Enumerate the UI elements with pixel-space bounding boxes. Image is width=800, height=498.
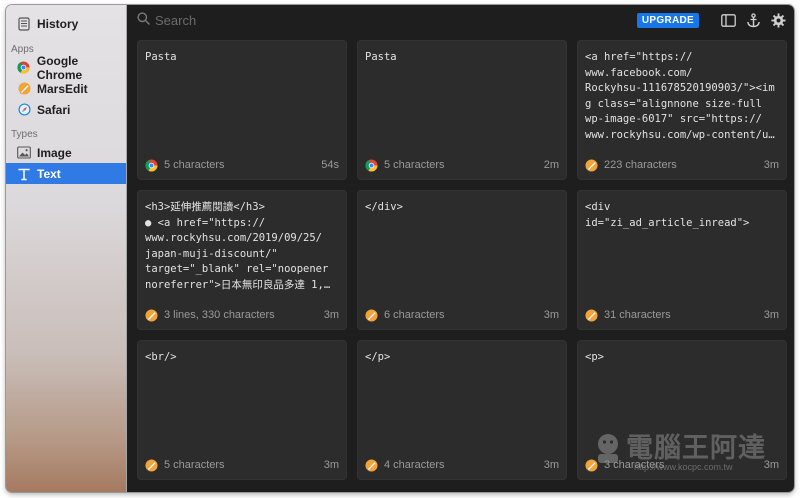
clip-char-count: 31 characters bbox=[604, 309, 671, 321]
search-input[interactable] bbox=[155, 13, 455, 28]
sidebar-item-label: Google Chrome bbox=[36, 53, 83, 82]
clip-timestamp: 3m bbox=[763, 459, 779, 471]
clip-card[interactable]: <p> 3 characters 3m bbox=[577, 340, 787, 480]
sidebar-item-label: Text bbox=[37, 166, 61, 181]
clip-card[interactable]: <div id="zi_ad_article_inread"> 31 chara… bbox=[577, 190, 787, 330]
sidebar-item-safari[interactable]: Safari bbox=[6, 99, 126, 120]
sidebar-item-label: Image bbox=[37, 145, 72, 160]
search-icon bbox=[137, 11, 150, 30]
clip-card[interactable]: <a href="https:// www.facebook.com/ Rock… bbox=[577, 40, 787, 180]
clip-content: Pasta bbox=[145, 51, 177, 63]
clip-timestamp: 3m bbox=[763, 159, 779, 171]
clip-char-count: 5 characters bbox=[384, 159, 445, 171]
marsedit-icon bbox=[365, 458, 378, 472]
clip-timestamp: 3m bbox=[543, 459, 559, 471]
clip-footer: 31 characters 3m bbox=[585, 308, 779, 322]
clip-card[interactable]: Pasta 5 characters 54s bbox=[137, 40, 347, 180]
clip-card[interactable]: <br/> 5 characters 3m bbox=[137, 340, 347, 480]
clip-char-count: 6 characters bbox=[384, 309, 445, 321]
sidebar-item-label: MarsEdit bbox=[37, 81, 88, 96]
sidebar-item-label: Safari bbox=[37, 102, 71, 117]
text-icon bbox=[17, 167, 31, 181]
chrome-icon bbox=[145, 158, 158, 172]
clip-char-count: 5 characters bbox=[164, 159, 225, 171]
marsedit-icon bbox=[145, 458, 158, 472]
marsedit-icon bbox=[365, 308, 378, 322]
chrome-icon bbox=[365, 158, 378, 172]
image-icon bbox=[17, 146, 31, 160]
clip-char-count: 223 characters bbox=[604, 159, 677, 171]
gear-icon[interactable] bbox=[770, 13, 786, 29]
clip-content: <a href="https:// www.facebook.com/ Rock… bbox=[585, 51, 775, 141]
clip-footer: 5 characters 54s bbox=[145, 158, 339, 172]
main-panel: UPGRADE Pasta 5 characters 54s Pasta 5 c… bbox=[127, 5, 794, 492]
safari-icon bbox=[17, 103, 31, 117]
anchor-icon[interactable] bbox=[745, 13, 761, 29]
clip-content: </p> bbox=[365, 351, 391, 363]
clip-timestamp: 54s bbox=[321, 159, 339, 171]
clip-footer: 4 characters 3m bbox=[365, 458, 559, 472]
clip-footer: 6 characters 3m bbox=[365, 308, 559, 322]
sidebar-item-text[interactable]: Text bbox=[6, 163, 126, 184]
clip-card[interactable]: Pasta 5 characters 2m bbox=[357, 40, 567, 180]
clip-char-count: 3 lines, 330 characters bbox=[164, 309, 275, 321]
sidebar-item-history[interactable]: History bbox=[6, 13, 126, 35]
clip-grid: Pasta 5 characters 54s Pasta 5 character… bbox=[137, 40, 787, 480]
clip-footer: 3 lines, 330 characters 3m bbox=[145, 308, 339, 322]
clip-timestamp: 2m bbox=[543, 159, 559, 171]
search-bar bbox=[137, 11, 637, 30]
sidebar-item-label: History bbox=[37, 17, 79, 31]
clip-char-count: 5 characters bbox=[164, 459, 225, 471]
clip-card[interactable]: <h3>延伸推薦閱讀</h3> ● <a href="https:// www.… bbox=[137, 190, 347, 330]
app-window: History Apps Google Chrome MarsEdit Safa… bbox=[6, 5, 794, 492]
clip-footer: 3 characters 3m bbox=[585, 458, 779, 472]
clip-content: <br/> bbox=[145, 351, 177, 363]
clip-content: <h3>延伸推薦閱讀</h3> ● <a href="https:// www.… bbox=[145, 201, 331, 291]
clip-content: Pasta bbox=[365, 51, 397, 63]
marsedit-icon bbox=[17, 82, 31, 96]
clip-char-count: 4 characters bbox=[384, 459, 445, 471]
clip-card[interactable]: </p> 4 characters 3m bbox=[357, 340, 567, 480]
clip-timestamp: 3m bbox=[763, 309, 779, 321]
clip-timestamp: 3m bbox=[323, 459, 339, 471]
clip-content: <p> bbox=[585, 351, 604, 363]
chrome-icon bbox=[17, 61, 31, 75]
marsedit-icon bbox=[585, 158, 598, 172]
marsedit-icon bbox=[585, 458, 598, 472]
sidebar-item-image[interactable]: Image bbox=[6, 142, 126, 163]
clip-footer: 5 characters 3m bbox=[145, 458, 339, 472]
upgrade-button[interactable]: UPGRADE bbox=[636, 13, 699, 28]
sidebar-toggle-icon[interactable] bbox=[720, 13, 736, 29]
clip-char-count: 3 characters bbox=[604, 459, 665, 471]
clip-content: </div> bbox=[365, 201, 403, 213]
clip-timestamp: 3m bbox=[543, 309, 559, 321]
clip-card[interactable]: </div> 6 characters 3m bbox=[357, 190, 567, 330]
clip-timestamp: 3m bbox=[323, 309, 339, 321]
history-icon bbox=[17, 17, 31, 31]
sidebar: History Apps Google Chrome MarsEdit Safa… bbox=[6, 5, 127, 492]
clip-footer: 5 characters 2m bbox=[365, 158, 559, 172]
toolbar: UPGRADE bbox=[127, 5, 794, 36]
sidebar-section-types: Types bbox=[11, 129, 38, 140]
clip-footer: 223 characters 3m bbox=[585, 158, 779, 172]
marsedit-icon bbox=[585, 308, 598, 322]
clip-content: <div id="zi_ad_article_inread"> bbox=[585, 201, 750, 229]
marsedit-icon bbox=[145, 308, 158, 322]
sidebar-item-google-chrome[interactable]: Google Chrome bbox=[6, 54, 126, 82]
